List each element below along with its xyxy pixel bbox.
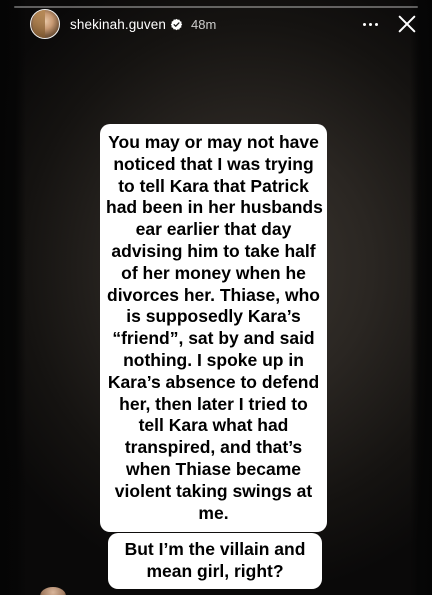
sticker-text-line: “friend”, sat by and said	[112, 328, 315, 349]
story-edge-left	[0, 0, 26, 595]
post-timestamp: 48m	[190, 16, 217, 32]
story-text-sticker: You may or may not have noticed that I wa…	[100, 124, 327, 533]
sticker-text-line: her, then later I tried to	[119, 393, 308, 414]
sticker-text-line: nothing. I spoke up in	[123, 349, 304, 370]
sticker-text-line: me.	[198, 502, 229, 523]
sticker-text-line: is supposedly Kara’s	[126, 306, 301, 327]
story-question-sticker: But I’m the villain and mean girl, right?	[108, 533, 322, 589]
sticker-text-line: advising him to take half	[111, 240, 316, 261]
sticker-text-line: ear earlier that day	[135, 219, 292, 240]
sticker-text-line: noticed that I was trying	[113, 153, 314, 174]
sticker-text-line: transpired, and that’s	[124, 437, 303, 458]
sticker-text-line: mean girl, right?	[146, 560, 284, 581]
sticker-text-line: of her money when he	[121, 262, 306, 283]
close-icon[interactable]	[396, 13, 418, 35]
avatar[interactable]	[30, 9, 60, 39]
sticker-text-line: tell Kara what had	[138, 415, 289, 436]
sticker-text-line: to tell Kara that Patrick	[118, 175, 309, 196]
sticker-text-line: But I’m the villain and	[124, 539, 306, 559]
sticker-text-line: when Thiase became	[125, 458, 302, 479]
story-header: shekinah.guven 48m	[0, 4, 432, 44]
sticker-text-line: had been in her husbands	[106, 197, 323, 218]
sticker-text-line: You may or may not have	[108, 132, 319, 152]
verified-badge-icon	[170, 18, 183, 31]
author-username[interactable]: shekinah.guven	[70, 17, 166, 32]
story-edge-right	[410, 0, 432, 595]
sticker-text-line: violent taking swings at	[114, 480, 313, 501]
sticker-text-line: Kara’s absence to defend	[107, 371, 320, 392]
more-options-icon[interactable]	[363, 22, 378, 26]
sticker-text-line: divorces her. Thiase, who	[107, 284, 320, 305]
